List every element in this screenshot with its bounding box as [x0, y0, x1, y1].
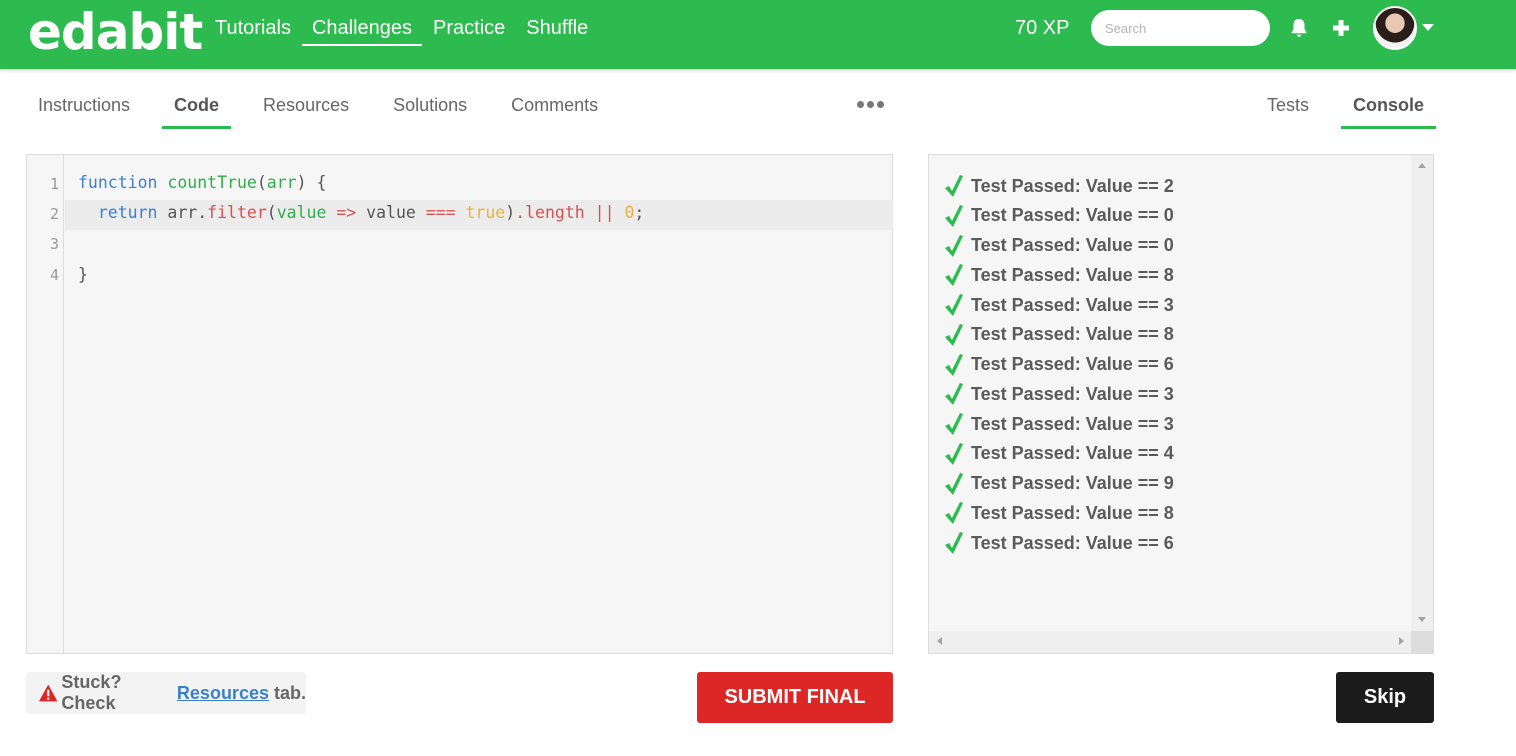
horizontal-scrollbar[interactable] — [929, 631, 1413, 653]
checkmark-icon — [945, 383, 963, 406]
tab-comments[interactable]: Comments — [499, 90, 610, 129]
console-output[interactable]: Test Passed: Value == 2 Test Passed: Valu… — [928, 154, 1434, 654]
test-result-text: Test Passed: Value == 0 — [971, 235, 1174, 255]
edabit-logo[interactable]: edabit — [28, 2, 203, 62]
scroll-up-icon[interactable] — [1418, 163, 1426, 168]
test-result-row: Test Passed: Value == 6 — [944, 531, 1174, 555]
resources-link[interactable]: Resources — [177, 683, 269, 704]
vertical-scrollbar[interactable] — [1411, 155, 1433, 633]
test-result-text: Test Passed: Value == 6 — [971, 354, 1174, 374]
test-result-text: Test Passed: Value == 8 — [971, 502, 1174, 523]
test-result-text: Test Passed: Value == 3 — [971, 413, 1174, 434]
test-result-row: Test Passed: Value == 8 — [944, 501, 1174, 525]
caret-down-icon[interactable] — [1422, 24, 1434, 31]
test-result-text: Test Passed: Value == 8 — [971, 264, 1174, 285]
stuck-hint-prefix: Stuck? Check — [61, 672, 122, 713]
test-result-text: Test Passed: Value == 9 — [971, 473, 1174, 493]
test-result-text: Test Passed: Value == 8 — [971, 324, 1174, 345]
scroll-right-icon[interactable] — [1399, 637, 1404, 645]
checkmark-icon — [945, 442, 963, 465]
output-tabs: Tests Console — [1255, 90, 1456, 129]
code-line-4[interactable]: } — [78, 265, 88, 284]
warning-icon — [38, 684, 58, 702]
test-result-row: Test Passed: Value == 2 — [944, 174, 1174, 198]
tab-console[interactable]: Console — [1341, 90, 1437, 129]
nav-practice[interactable]: Practice — [433, 14, 505, 46]
test-result-row: Test Passed: Value == 9 — [944, 472, 1174, 496]
test-result-text: Test Passed: Value == 6 — [971, 532, 1174, 553]
test-result-text: Test Passed: Value == 3 — [971, 383, 1174, 404]
code-line-1[interactable]: function countTrue(arr) { — [78, 173, 326, 192]
plus-icon[interactable] — [1331, 17, 1351, 39]
checkmark-icon — [945, 353, 963, 376]
test-result-row: Test Passed: Value == 3 — [944, 412, 1174, 436]
tab-instructions[interactable]: Instructions — [26, 90, 142, 129]
checkmark-icon — [945, 413, 963, 435]
test-result-row: Test Passed: Value == 6 — [944, 353, 1174, 377]
test-result-row: Test Passed: Value == 0 — [944, 234, 1174, 258]
scroll-left-icon[interactable] — [937, 637, 942, 645]
checkmark-icon — [945, 502, 963, 525]
test-result-text: Test Passed: Value == 4 — [971, 443, 1174, 464]
test-result-text: Test Passed: Value == 3 — [971, 294, 1174, 315]
test-result-row: Test Passed: Value == 3 — [944, 293, 1174, 317]
code-editor[interactable]: 1 2 3 4 function countTrue(arr) { return… — [26, 154, 893, 654]
tab-code[interactable]: Code — [162, 90, 232, 129]
checkmark-icon — [945, 204, 963, 227]
line-number: 4 — [49, 266, 59, 284]
avatar[interactable] — [1373, 6, 1417, 50]
checkmark-icon — [945, 175, 963, 197]
checkmark-icon — [945, 532, 963, 554]
line-number: 1 — [49, 175, 59, 193]
test-result-row: Test Passed: Value == 8 — [944, 323, 1174, 347]
test-result-row: Test Passed: Value == 3 — [944, 382, 1174, 406]
tab-resources[interactable]: Resources — [251, 90, 361, 129]
checkmark-icon — [945, 264, 963, 287]
stuck-hint: Stuck? Check Resources tab. — [26, 672, 306, 714]
checkmark-icon — [945, 472, 963, 495]
bell-icon[interactable] — [1289, 17, 1309, 39]
checkmark-icon — [945, 323, 963, 346]
checkmark-icon — [945, 294, 963, 316]
search-input[interactable] — [1091, 10, 1270, 46]
xp-counter[interactable]: 70 XP — [1015, 17, 1069, 40]
top-navbar: edabit Tutorials Challenges Practice Shu… — [0, 0, 1516, 69]
code-line-2[interactable]: return arr.filter(value => value === tru… — [78, 203, 644, 222]
checkmark-icon — [945, 234, 963, 257]
editor-tabs: Instructions Code Resources Solutions Co… — [26, 90, 630, 129]
main-nav: Tutorials Challenges Practice Shuffle — [215, 14, 609, 46]
test-result-text: Test Passed: Value == 2 — [971, 175, 1174, 196]
nav-shuffle[interactable]: Shuffle — [526, 14, 588, 46]
test-result-row: Test Passed: Value == 0 — [944, 204, 1174, 228]
scroll-down-icon[interactable] — [1418, 617, 1426, 622]
stuck-hint-suffix: tab. — [273, 682, 306, 703]
line-number: 3 — [49, 235, 59, 253]
tab-solutions[interactable]: Solutions — [381, 90, 479, 129]
test-result-row: Test Passed: Value == 4 — [944, 442, 1174, 466]
skip-button[interactable]: Skip — [1336, 672, 1434, 723]
scrollbar-corner — [1411, 631, 1433, 653]
nav-challenges[interactable]: Challenges — [301, 14, 423, 46]
more-options-icon[interactable] — [857, 101, 884, 108]
nav-tutorials[interactable]: Tutorials — [215, 14, 291, 46]
test-result-text: Test Passed: Value == 0 — [971, 205, 1174, 226]
tab-tests[interactable]: Tests — [1255, 90, 1321, 129]
submit-final-button[interactable]: SUBMIT FINAL — [697, 672, 893, 723]
line-number-gutter: 1 2 3 4 — [27, 155, 64, 653]
test-result-row: Test Passed: Value == 8 — [944, 263, 1174, 287]
line-number: 2 — [49, 205, 59, 223]
